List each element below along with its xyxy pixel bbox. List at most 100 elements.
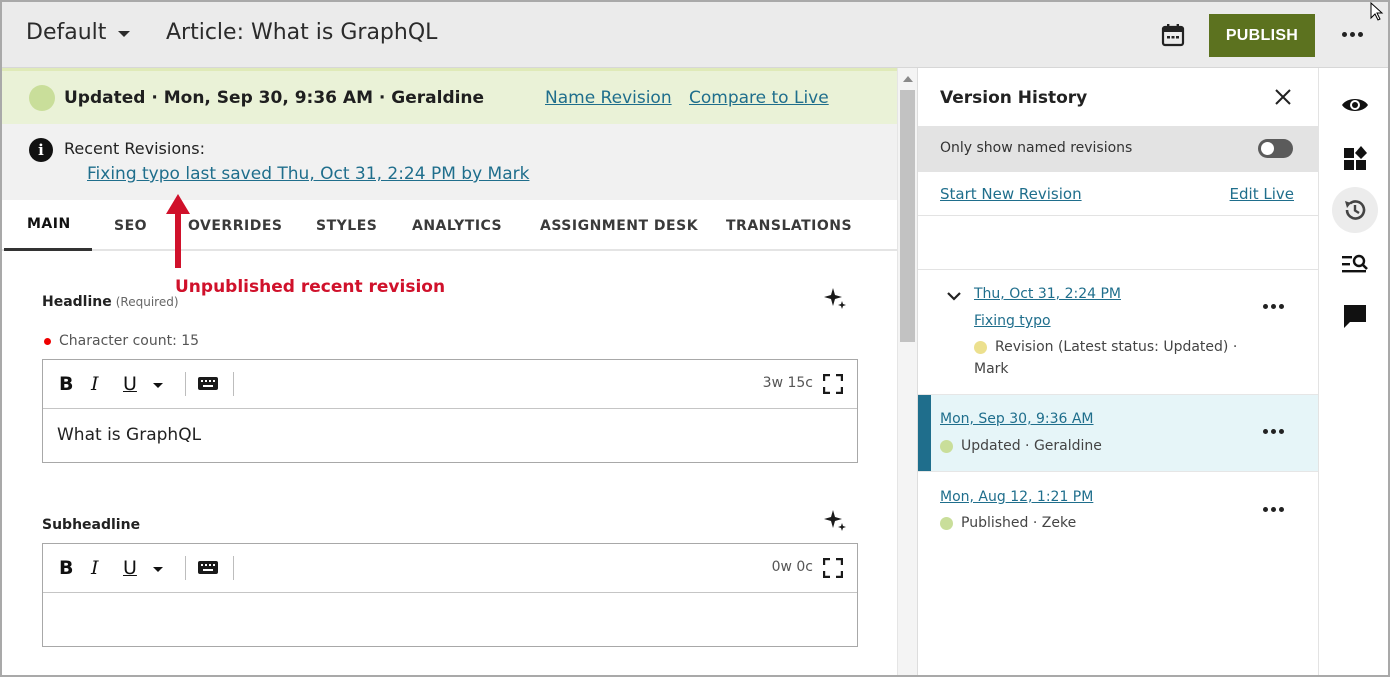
warning-dot xyxy=(44,337,51,345)
more-options-icon[interactable] xyxy=(1338,22,1366,46)
scrollbar-thumb[interactable] xyxy=(900,90,915,342)
app-window: Default Article: What is GraphQL PUBLISH… xyxy=(0,0,1390,677)
revision-date-link[interactable]: Thu, Oct 31, 2:24 PM xyxy=(974,286,1121,302)
history-icon xyxy=(1345,200,1366,220)
editor-scrollbar[interactable] xyxy=(897,68,917,675)
revision-status-text: Revision (Latest status: Updated) · xyxy=(995,339,1238,355)
widgets-icon xyxy=(1344,146,1367,170)
revision-item[interactable]: Mon, Aug 12, 1:21 PM Published · Zeke xyxy=(918,472,1318,548)
fullscreen-icon[interactable] xyxy=(823,558,843,578)
headline-value: What is GraphQL xyxy=(57,425,202,445)
version-history-panel: Version History Only show named revision… xyxy=(917,68,1318,675)
word-count: 0w 0c xyxy=(771,559,813,575)
version-history-header: Version History xyxy=(918,68,1318,126)
tab-translations[interactable]: TRANSLATIONS xyxy=(726,200,852,251)
search-list-icon xyxy=(1342,254,1368,273)
revision-item[interactable]: Thu, Oct 31, 2:24 PM Fixing typo Revisio… xyxy=(918,270,1318,395)
tab-assignment-desk[interactable]: ASSIGNMENT DESK xyxy=(540,200,698,251)
edit-live-link[interactable]: Edit Live xyxy=(1230,185,1294,203)
toolbar-divider xyxy=(185,372,186,396)
history-button[interactable] xyxy=(1332,187,1378,233)
word-count: 3w 15c xyxy=(762,375,813,391)
recent-revisions-label: Recent Revisions: xyxy=(64,139,205,158)
revision-status: Published · Zeke xyxy=(940,515,1076,531)
italic-button[interactable]: I xyxy=(91,556,99,580)
bold-button[interactable]: B xyxy=(59,556,73,580)
preview-button[interactable] xyxy=(1332,82,1378,128)
subheadline-editor: B I U 0w 0c xyxy=(42,543,858,647)
revision-author: Mark xyxy=(974,361,1009,377)
headline-editor: B I U 3w 15c What is GraphQL xyxy=(42,359,858,463)
ai-sparkle-icon[interactable] xyxy=(822,286,848,312)
revision-more-icon[interactable] xyxy=(1261,297,1285,315)
version-history-spacer xyxy=(918,216,1318,270)
toolbar-divider xyxy=(185,556,186,580)
comments-button[interactable] xyxy=(1332,293,1378,339)
chevron-down-icon[interactable] xyxy=(946,290,962,302)
toggle-knob xyxy=(1261,142,1274,155)
close-icon[interactable] xyxy=(1272,86,1294,108)
status-dot xyxy=(940,439,953,453)
version-history-actions: Start New Revision Edit Live xyxy=(918,172,1318,216)
revision-status-text: Published · Zeke xyxy=(961,515,1077,531)
tab-main[interactable]: MAIN xyxy=(27,200,71,251)
status-dot xyxy=(974,340,987,354)
revision-more-icon[interactable] xyxy=(1261,422,1285,440)
recent-revision-link[interactable]: Fixing typo last saved Thu, Oct 31, 2:24… xyxy=(87,164,529,184)
subheadline-label: Subheadline xyxy=(42,517,141,533)
underline-button[interactable]: U xyxy=(123,372,137,396)
revision-name-link[interactable]: Fixing typo xyxy=(974,313,1051,329)
headline-toolbar: B I U 3w 15c xyxy=(43,360,857,409)
toolbar-divider xyxy=(233,556,234,580)
revision-status: Revision (Latest status: Updated) · xyxy=(974,339,1237,355)
keyboard-icon[interactable] xyxy=(197,375,219,393)
tab-overrides[interactable]: OVERRIDES xyxy=(188,200,282,251)
chevron-down-icon xyxy=(153,382,163,388)
annotation-arrow-icon xyxy=(166,194,190,268)
search-content-button[interactable] xyxy=(1332,241,1378,287)
selected-indicator xyxy=(918,395,931,471)
top-bar: Default Article: What is GraphQL PUBLISH xyxy=(2,2,1388,68)
revision-date-link[interactable]: Mon, Sep 30, 9:36 AM xyxy=(940,411,1094,427)
revision-date-link[interactable]: Mon, Aug 12, 1:21 PM xyxy=(940,489,1093,505)
subheadline-input[interactable] xyxy=(43,593,857,646)
revision-status-bar: Updated · Mon, Sep 30, 9:36 AM · Geraldi… xyxy=(2,68,897,124)
headline-label: Headline (Required) xyxy=(42,294,179,310)
tab-styles[interactable]: STYLES xyxy=(316,200,377,251)
named-revisions-label: Only show named revisions xyxy=(940,140,1133,156)
recent-revisions-notice: i Recent Revisions: Fixing typo last sav… xyxy=(2,124,897,200)
fullscreen-icon[interactable] xyxy=(823,374,843,394)
revision-item[interactable]: Mon, Sep 30, 9:36 AM Updated · Geraldine xyxy=(918,395,1318,472)
toolbar-divider xyxy=(233,372,234,396)
name-revision-link[interactable]: Name Revision xyxy=(545,88,672,108)
chevron-down-icon xyxy=(118,30,131,37)
subheadline-toolbar: B I U 0w 0c xyxy=(43,544,857,593)
tab-seo[interactable]: SEO xyxy=(114,200,147,251)
page-title: Article: What is GraphQL xyxy=(166,20,438,45)
keyboard-icon[interactable] xyxy=(197,559,219,577)
named-revisions-filter: Only show named revisions xyxy=(918,126,1318,172)
character-count-text: Character count: 15 xyxy=(59,333,200,349)
character-count: Character count: 15 xyxy=(44,333,199,349)
calendar-icon[interactable] xyxy=(1160,22,1186,48)
start-new-revision-link[interactable]: Start New Revision xyxy=(940,185,1082,203)
site-selector[interactable]: Default xyxy=(26,20,131,45)
underline-options-dropdown[interactable] xyxy=(153,556,163,580)
active-tab-indicator xyxy=(4,248,92,251)
revision-more-icon[interactable] xyxy=(1261,500,1285,518)
scroll-up-arrow-icon[interactable] xyxy=(903,76,913,82)
publish-button[interactable]: PUBLISH xyxy=(1209,14,1315,57)
named-revisions-toggle[interactable] xyxy=(1258,139,1293,158)
site-selector-label: Default xyxy=(26,20,107,45)
compare-to-live-link[interactable]: Compare to Live xyxy=(689,88,829,108)
italic-button[interactable]: I xyxy=(91,372,99,396)
headline-label-text: Headline xyxy=(42,294,112,310)
underline-options-dropdown[interactable] xyxy=(153,372,163,396)
tab-analytics[interactable]: ANALYTICS xyxy=(412,200,502,251)
ai-sparkle-icon[interactable] xyxy=(822,508,848,534)
underline-button[interactable]: U xyxy=(123,556,137,580)
widgets-button[interactable] xyxy=(1332,135,1378,181)
revision-status-text: Updated · Geraldine xyxy=(961,438,1102,454)
status-text: Updated · Mon, Sep 30, 9:36 AM · Geraldi… xyxy=(64,88,485,108)
bold-button[interactable]: B xyxy=(59,372,73,396)
